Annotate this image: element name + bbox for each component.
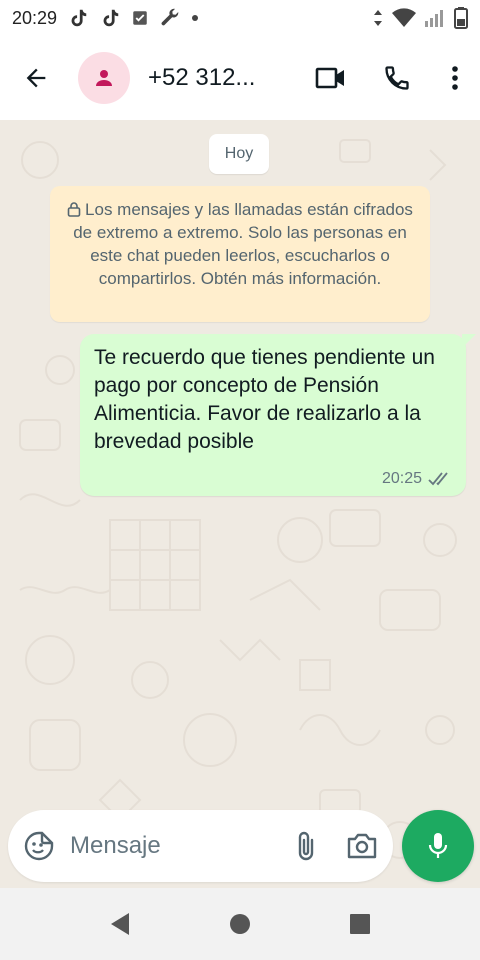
encryption-notice[interactable]: Los mensajes y las llamadas están cifrad… — [50, 186, 430, 322]
back-arrow-icon — [26, 68, 46, 88]
system-icons — [372, 7, 468, 29]
dot-icon — [191, 14, 199, 22]
more-options-button[interactable] — [430, 36, 480, 120]
more-options-icon — [452, 66, 458, 90]
avatar-person-icon — [96, 70, 112, 86]
contact-name[interactable]: +52 312... — [148, 64, 278, 92]
nav-back-button[interactable] — [60, 888, 180, 960]
recents-square-icon — [350, 914, 370, 934]
microphone-icon — [428, 833, 448, 858]
message-composer — [8, 810, 393, 882]
message-text: Te recuerdo que tienes pendiente un pago… — [94, 346, 435, 453]
header-actions — [298, 36, 480, 120]
message-meta: 20:25 — [382, 470, 452, 488]
message-input[interactable] — [70, 832, 260, 860]
lock-icon — [67, 202, 81, 217]
tiktok-icon — [67, 7, 89, 29]
nav-recents-button[interactable] — [300, 888, 420, 960]
video-call-button[interactable] — [298, 36, 364, 120]
back-button[interactable] — [0, 36, 72, 120]
microphone-button[interactable] — [402, 810, 474, 882]
back-triangle-icon — [111, 913, 129, 935]
wrench-icon — [159, 7, 181, 29]
outgoing-message-bubble[interactable]: Te recuerdo que tienes pendiente un pago… — [80, 334, 476, 496]
paperclip-icon — [298, 831, 314, 861]
voice-call-icon — [385, 66, 409, 90]
status-time: 20:29 — [12, 7, 58, 28]
encryption-notice-text: Los mensajes y las llamadas están cifrad… — [73, 200, 413, 288]
camera-icon — [347, 833, 377, 859]
sticker-emoji-icon — [24, 831, 54, 861]
data-arrows-icon — [372, 9, 384, 27]
tiktok-icon — [99, 7, 121, 29]
attach-button[interactable] — [281, 810, 331, 882]
camera-button[interactable] — [331, 810, 393, 882]
home-circle-icon — [230, 914, 250, 934]
sticker-button[interactable] — [8, 810, 70, 882]
avatar[interactable] — [78, 52, 130, 104]
notification-icons — [67, 7, 199, 29]
chat-header: +52 312... — [0, 36, 480, 120]
message-time: 20:25 — [381, 470, 422, 487]
nav-home-button[interactable] — [180, 888, 300, 960]
status-bar: 20:29 — [0, 0, 480, 36]
video-call-icon — [315, 67, 344, 89]
signal-icon — [424, 8, 446, 28]
battery-icon — [454, 7, 468, 29]
system-navigation-bar — [0, 888, 480, 960]
date-chip: Hoy — [209, 134, 269, 174]
wifi-icon — [392, 8, 416, 28]
checkbox-icon — [131, 9, 149, 27]
double-check-icon — [428, 472, 448, 486]
chat-area[interactable]: Hoy Los mensajes y las llamadas están ci… — [0, 120, 480, 888]
voice-call-button[interactable] — [364, 36, 430, 120]
